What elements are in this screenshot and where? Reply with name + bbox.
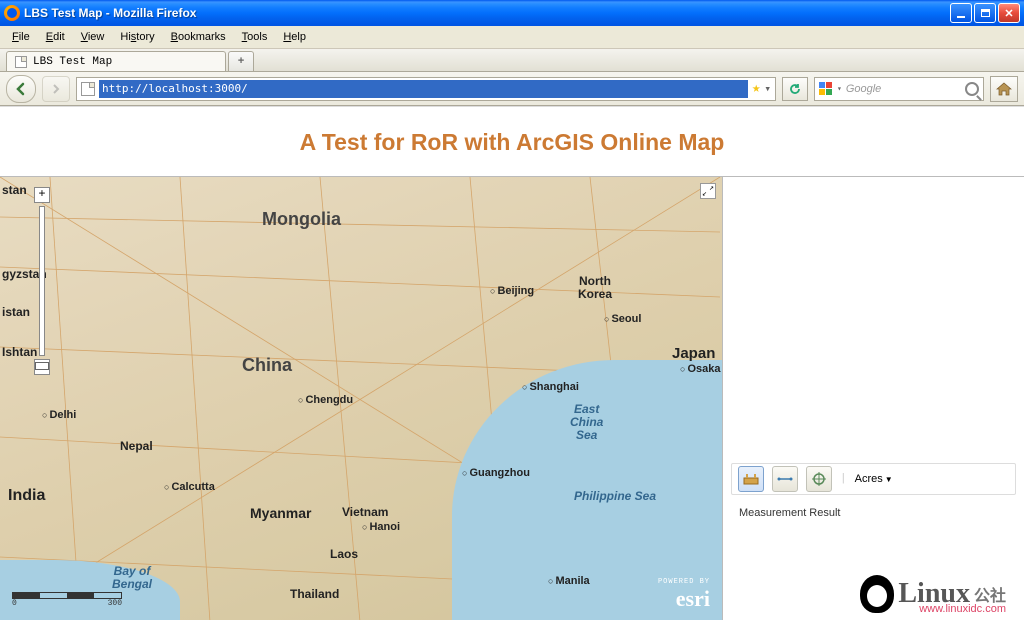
menu-file[interactable]: FFileile bbox=[4, 29, 38, 45]
country-label: China bbox=[242, 355, 292, 376]
page-title: A Test for RoR with ArcGIS Online Map bbox=[0, 107, 1024, 176]
bookmark-star-icon[interactable]: ★ bbox=[752, 80, 760, 97]
country-label: Mongolia bbox=[262, 209, 341, 230]
city-label: Beijing bbox=[490, 285, 534, 297]
dropdown-icon[interactable]: ▾ bbox=[764, 82, 771, 96]
sea-region bbox=[0, 560, 180, 620]
watermark: Linux公社 www.linuxidc.com bbox=[860, 575, 1006, 613]
country-label: North Korea bbox=[578, 275, 612, 300]
measure-distance-button[interactable] bbox=[772, 466, 798, 492]
sea-label: Bay of Bengal bbox=[112, 565, 152, 591]
zoom-handle[interactable] bbox=[35, 362, 49, 370]
sea-label: East China Sea bbox=[570, 403, 603, 443]
measure-area-button[interactable] bbox=[738, 466, 764, 492]
tab-title: LBS Test Map bbox=[33, 56, 112, 68]
maximize-button[interactable] bbox=[974, 3, 996, 23]
zoom-track[interactable] bbox=[39, 206, 45, 356]
zoom-slider[interactable]: + − bbox=[34, 187, 50, 387]
country-label: Ishtan bbox=[2, 345, 37, 359]
window-title: LBS Test Map - Mozilla Firefox bbox=[24, 6, 950, 20]
menu-view[interactable]: View bbox=[73, 29, 113, 45]
zoom-in-button[interactable]: + bbox=[34, 187, 50, 203]
city-label: Manila bbox=[548, 575, 590, 587]
page-icon bbox=[15, 56, 27, 68]
scale-bar: 0300 bbox=[12, 592, 122, 606]
search-placeholder: Google bbox=[846, 83, 961, 95]
country-label: stan bbox=[2, 183, 27, 197]
menu-tools[interactable]: Tools bbox=[234, 29, 276, 45]
close-button[interactable]: ✕ bbox=[998, 3, 1020, 23]
unit-select[interactable]: Acres ▼ bbox=[855, 473, 893, 485]
back-button[interactable] bbox=[6, 75, 36, 103]
city-label: Chengdu bbox=[298, 394, 353, 406]
menu-bookmarks[interactable]: Bookmarks bbox=[163, 29, 234, 45]
new-tab-button[interactable]: + bbox=[228, 51, 254, 71]
country-label: India bbox=[8, 487, 45, 505]
menu-history[interactable]: History bbox=[112, 29, 162, 45]
menu-help[interactable]: Help bbox=[275, 29, 314, 45]
url-bar[interactable]: ★ ▾ bbox=[76, 77, 776, 101]
city-label: Hanoi bbox=[362, 521, 400, 533]
nav-toolbar: ★ ▾ ▾ Google bbox=[0, 72, 1024, 106]
google-icon bbox=[819, 82, 833, 96]
tab-strip: LBS Test Map + bbox=[0, 48, 1024, 72]
menubar: FFileile Edit View History Bookmarks Too… bbox=[0, 26, 1024, 48]
side-panel: | Acres ▼ Measurement Result bbox=[722, 177, 1024, 620]
city-label: Seoul bbox=[604, 313, 641, 325]
country-label: Myanmar bbox=[250, 505, 311, 521]
reload-button[interactable] bbox=[782, 77, 808, 101]
minimize-button[interactable] bbox=[950, 3, 972, 23]
sea-label: Philippine Sea bbox=[574, 489, 656, 503]
forward-button[interactable] bbox=[42, 76, 70, 102]
home-button[interactable] bbox=[990, 76, 1018, 102]
city-label: Osaka bbox=[680, 363, 720, 375]
window-titlebar: LBS Test Map - Mozilla Firefox ✕ bbox=[0, 0, 1024, 26]
measurement-toolbar: | Acres ▼ bbox=[731, 463, 1016, 495]
map-attribution: POWERED BY esri bbox=[658, 578, 710, 612]
map-canvas[interactable]: Mongolia China India Nepal Myanmar Vietn… bbox=[0, 177, 722, 620]
measure-location-button[interactable] bbox=[806, 466, 832, 492]
chevron-down-icon: ▼ bbox=[885, 475, 893, 484]
penguin-icon bbox=[860, 575, 894, 613]
menu-edit[interactable]: Edit bbox=[38, 29, 73, 45]
country-label: Laos bbox=[330, 547, 358, 561]
country-label: istan bbox=[2, 305, 30, 319]
expand-icon[interactable] bbox=[700, 183, 716, 199]
site-icon bbox=[81, 82, 95, 96]
city-label: Delhi bbox=[42, 409, 76, 421]
country-label: Vietnam bbox=[342, 505, 388, 519]
firefox-icon bbox=[4, 5, 20, 21]
measurement-result-label: Measurement Result bbox=[739, 507, 841, 519]
country-label: Japan bbox=[672, 345, 715, 362]
search-icon[interactable] bbox=[965, 82, 979, 96]
search-box[interactable]: ▾ Google bbox=[814, 77, 984, 101]
city-label: Shanghai bbox=[522, 381, 579, 393]
url-input[interactable] bbox=[99, 80, 748, 98]
city-label: Guangzhou bbox=[462, 467, 530, 479]
country-label: Thailand bbox=[290, 587, 339, 601]
country-label: Nepal bbox=[120, 439, 153, 453]
tab-active[interactable]: LBS Test Map bbox=[6, 51, 226, 71]
city-label: Calcutta bbox=[164, 481, 215, 493]
